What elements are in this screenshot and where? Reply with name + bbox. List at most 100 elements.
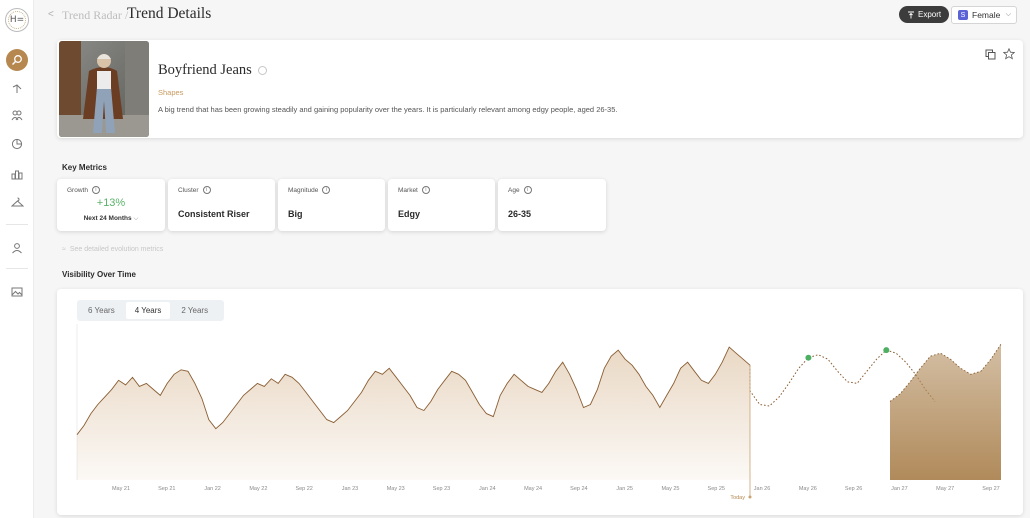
search-icon[interactable] xyxy=(257,66,267,75)
info-icon[interactable]: i xyxy=(202,186,211,194)
history-area xyxy=(77,347,750,480)
gender-select[interactable]: S Female ⌵ xyxy=(951,6,1017,24)
x-tick-label: Sep 25 xyxy=(708,486,725,492)
header: < Trend Radar / Trend Details Export S F… xyxy=(34,0,1030,30)
trend-description: A big trend that has been growing steadi… xyxy=(158,105,618,114)
info-icon[interactable]: i xyxy=(322,186,331,194)
gender-value: Female xyxy=(972,10,1001,20)
x-tick-label: May 27 xyxy=(936,486,954,492)
app-logo[interactable]: H= xyxy=(5,8,29,32)
metric-market: Market i Edgy xyxy=(388,179,495,231)
trend-category[interactable]: Shapes xyxy=(158,88,183,97)
nav-divider xyxy=(6,268,28,269)
tab-6-years[interactable]: 6 Years xyxy=(79,302,124,319)
info-icon[interactable]: i xyxy=(523,186,532,194)
key-metrics-title: Key Metrics xyxy=(62,163,107,172)
x-tick-label: May 21 xyxy=(112,486,130,492)
x-tick-label: Jan 27 xyxy=(891,486,908,492)
x-tick-label: May 24 xyxy=(524,486,542,492)
trend-image xyxy=(59,41,149,137)
cluster-label: Cluster xyxy=(178,186,199,194)
metric-cluster: Cluster i Consistent Riser xyxy=(168,179,275,231)
nav-divider xyxy=(6,224,28,225)
today-dot xyxy=(748,495,752,499)
gallery-icon[interactable] xyxy=(8,283,26,301)
visibility-title: Visibility Over Time xyxy=(62,270,136,279)
export-icon xyxy=(908,11,914,18)
cluster-value: Consistent Riser xyxy=(178,209,250,219)
trend-name-text: Boyfriend Jeans xyxy=(158,62,252,78)
visibility-chart-card: May 21 Sep 21 Jan 22 May 22 Sep 22 Jan 23 May … xyxy=(57,289,1023,515)
gender-badge: S xyxy=(958,10,968,20)
x-tick-label: May 26 xyxy=(799,486,817,492)
star-icon[interactable] xyxy=(1003,48,1015,60)
x-tick-label: May 23 xyxy=(387,486,405,492)
analytics-icon[interactable] xyxy=(8,165,26,183)
metric-label: Cluster i xyxy=(178,186,211,194)
export-button[interactable]: Export xyxy=(899,6,950,23)
magnitude-value: Big xyxy=(288,209,303,219)
range-tabs: 6 Years 4 Years 2 Years xyxy=(77,300,224,321)
back-button[interactable]: < xyxy=(48,9,54,20)
info-icon[interactable]: i xyxy=(421,186,430,194)
market-label: Market xyxy=(398,186,418,194)
x-tick-label: Jan 24 xyxy=(479,486,496,492)
metric-age: Age i 26-35 xyxy=(498,179,606,231)
x-tick-label: Sep 22 xyxy=(295,486,312,492)
forecast-marker xyxy=(883,347,890,354)
metric-label: Market i xyxy=(398,186,430,194)
copy-icon[interactable] xyxy=(984,48,996,60)
metric-label: Growth i xyxy=(67,186,100,194)
today-label: Today xyxy=(730,495,745,501)
metric-label: Age i xyxy=(508,186,532,194)
user-icon[interactable] xyxy=(8,239,26,257)
see-more-label: See detailed evolution metrics xyxy=(69,246,164,253)
magnitude-label: Magnitude xyxy=(288,186,319,194)
trend-name: Boyfriend Jeans xyxy=(158,62,267,79)
x-tick-label: May 25 xyxy=(661,486,679,492)
metric-label: Magnitude i xyxy=(288,186,331,194)
x-tick-label: Sep 21 xyxy=(158,486,175,492)
pie-chart-icon[interactable] xyxy=(8,135,26,153)
age-label: Age xyxy=(508,186,520,194)
sidebar: H= xyxy=(0,0,34,518)
breadcrumb-trend-radar[interactable]: Trend Radar / xyxy=(62,8,128,23)
hanger-icon[interactable] xyxy=(8,193,26,211)
growth-value: +13% xyxy=(96,197,126,209)
info-icon[interactable]: i xyxy=(91,186,100,194)
x-tick-label: Jan 23 xyxy=(342,486,359,492)
x-tick-label: Jan 25 xyxy=(616,486,633,492)
forecast-band-area xyxy=(890,344,1001,480)
x-tick-label: Sep 27 xyxy=(982,486,999,492)
export-label: Export xyxy=(918,10,942,19)
growth-period-select[interactable]: Next 24 Months ⌵ xyxy=(57,215,165,223)
x-tick-label: Jan 26 xyxy=(754,486,771,492)
age-value: 26-35 xyxy=(508,209,532,219)
card-actions xyxy=(984,48,1015,60)
tab-2-years[interactable]: 2 Years xyxy=(172,302,217,319)
visibility-chart: May 21 Sep 21 Jan 22 May 22 Sep 22 Jan 23 May … xyxy=(76,324,1002,501)
market-value: Edgy xyxy=(398,209,421,219)
page-title: Trend Details xyxy=(127,5,212,22)
app: H= < Trend Radar / Trend Details Export … xyxy=(0,0,1030,518)
people-icon[interactable] xyxy=(8,106,26,124)
trend-card: Boyfriend Jeans Shapes A big trend that … xyxy=(57,40,1023,138)
double-chevron-down-icon: ≈ xyxy=(62,246,66,253)
forecast-marker xyxy=(805,354,812,361)
tab-4-years[interactable]: 4 Years xyxy=(125,302,171,319)
x-tick-label: Sep 24 xyxy=(570,486,587,492)
x-tick-label: Jan 22 xyxy=(204,486,221,492)
x-tick-label: Sep 23 xyxy=(433,486,450,492)
metric-magnitude: Magnitude i Big xyxy=(278,179,385,231)
search-icon[interactable] xyxy=(6,49,28,71)
chevron-down-icon: ⌵ xyxy=(1005,11,1011,18)
see-evolution-metrics-link[interactable]: ≈ See detailed evolution metrics xyxy=(62,246,163,253)
growth-label: Growth xyxy=(67,186,88,194)
metric-growth: Growth i +13% Next 24 Months ⌵ xyxy=(57,179,165,231)
x-tick-label: May 22 xyxy=(249,486,267,492)
logo-text: H= xyxy=(9,15,25,25)
chevron-down-icon: ⌵ xyxy=(133,215,139,222)
x-tick-label: Sep 26 xyxy=(845,486,862,492)
growth-period-label: Next 24 Months xyxy=(83,215,132,222)
trend-icon[interactable] xyxy=(8,80,26,98)
